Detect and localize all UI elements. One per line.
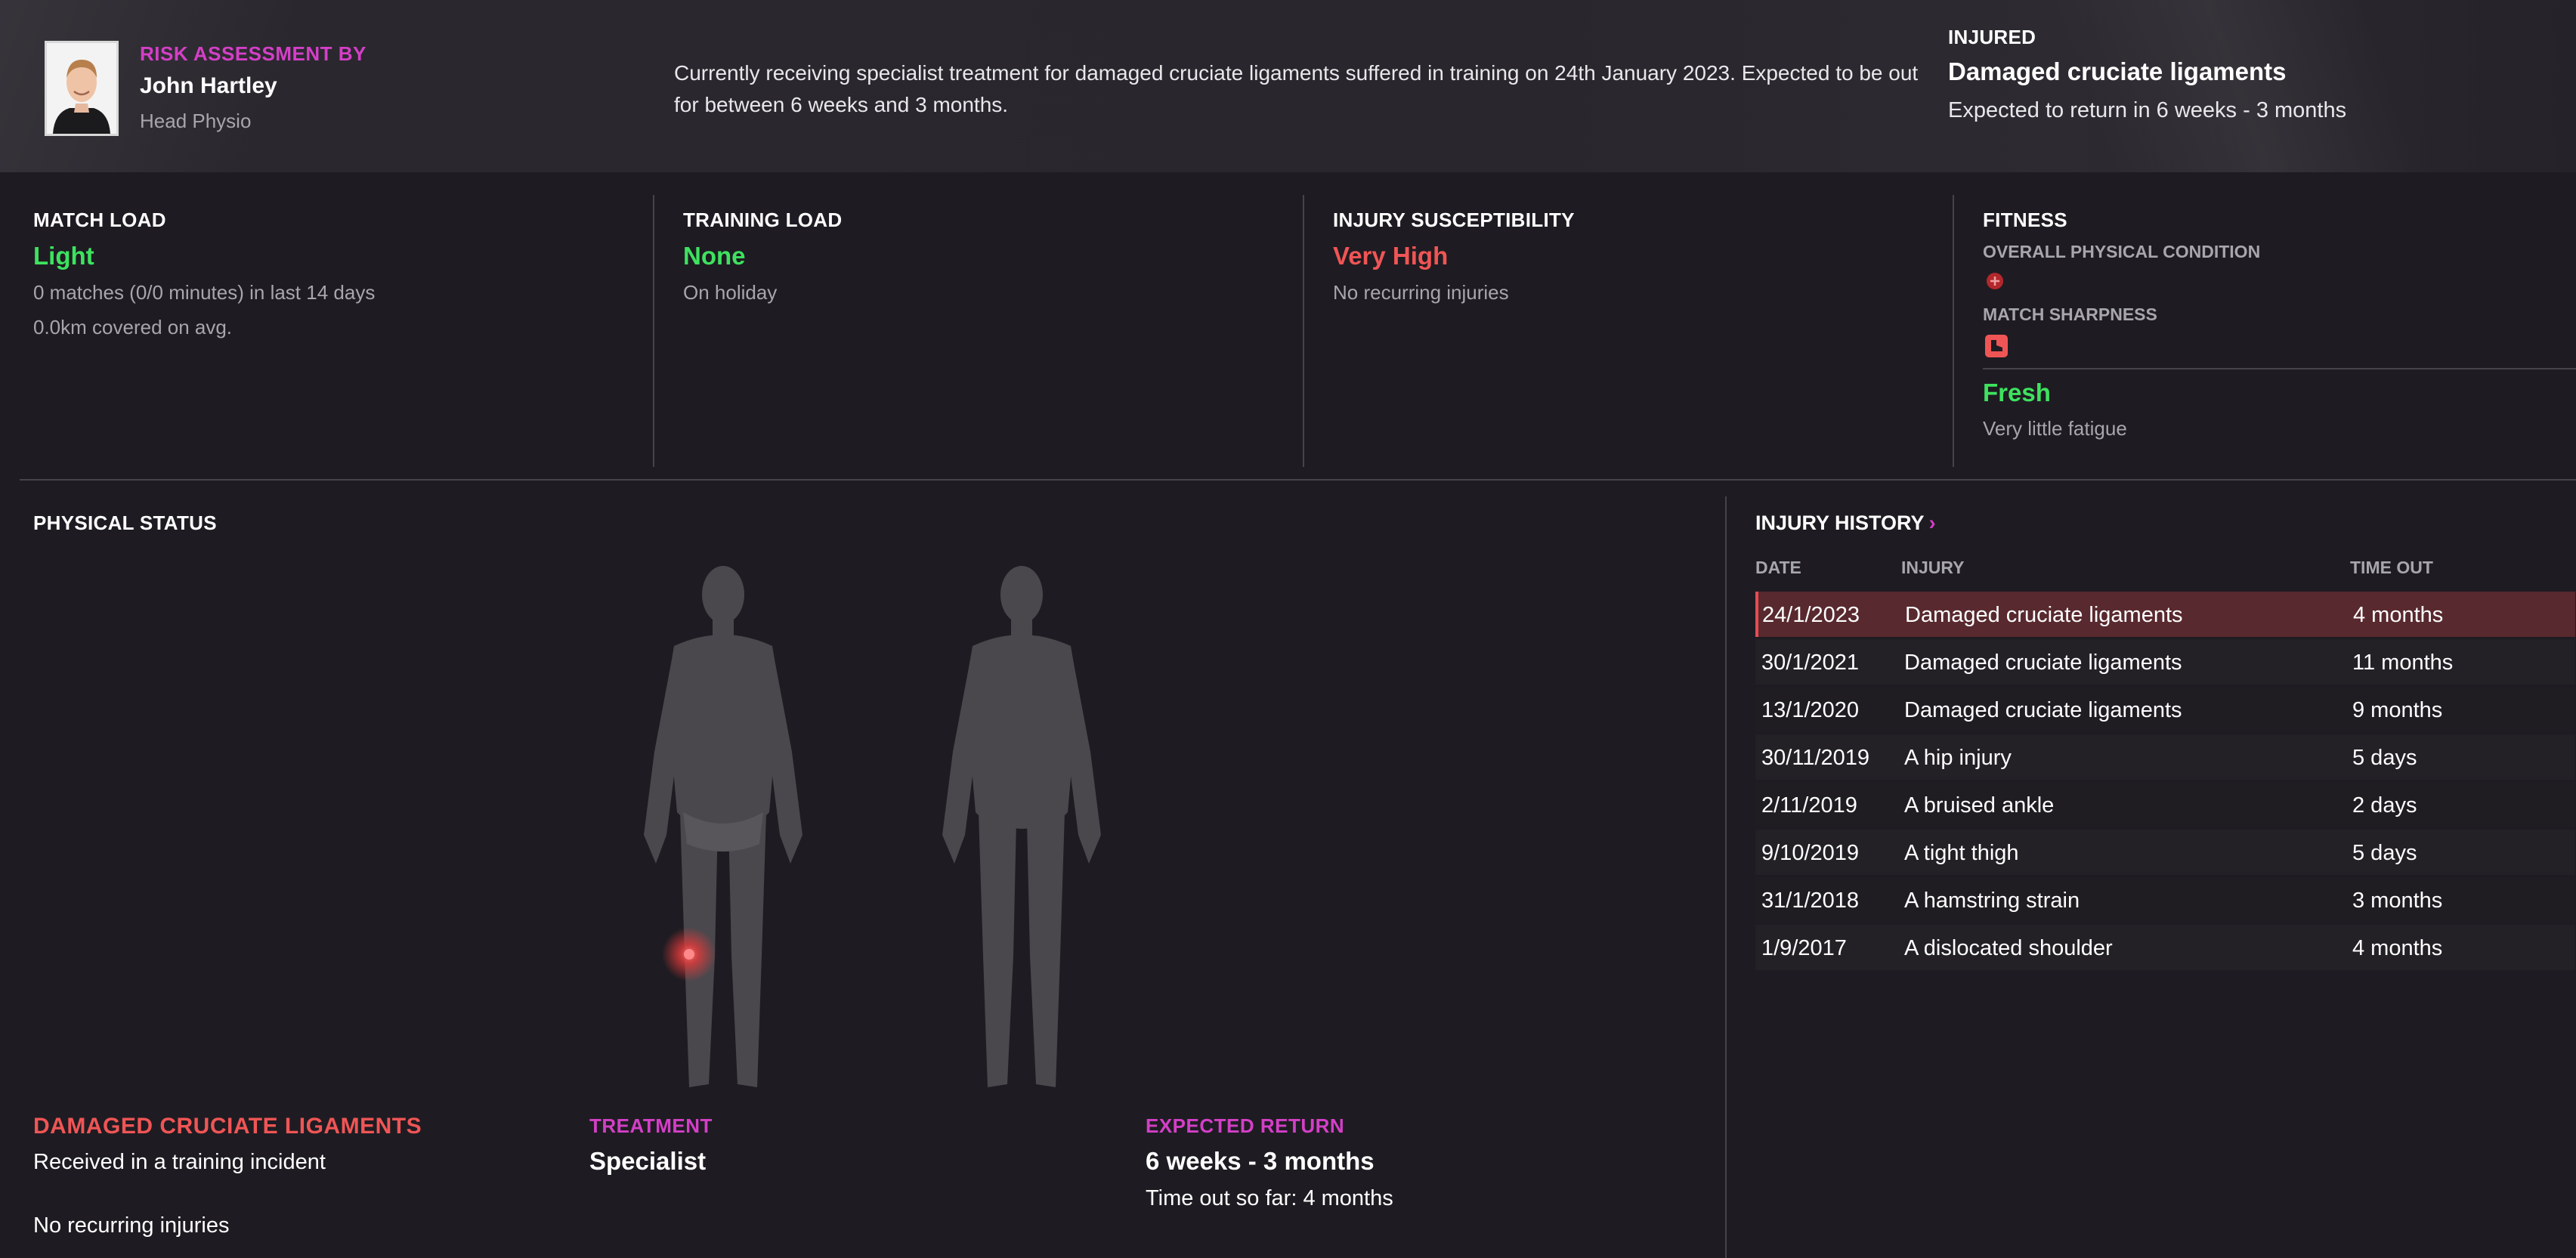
column-header-date[interactable]: DATE xyxy=(1755,558,1801,578)
row-time-out: 4 months xyxy=(2352,936,2443,960)
time-out-so-far: Time out so far: 4 months xyxy=(1146,1186,1393,1210)
injured-status-label: INJURED xyxy=(1948,26,2036,48)
row-time-out: 3 months xyxy=(2352,889,2443,913)
fitness-divider xyxy=(1983,368,2576,369)
staff-role: Head Physio xyxy=(140,110,252,132)
overall-condition-label: OVERALL PHYSICAL CONDITION xyxy=(1983,242,2261,261)
fatigue-value: Fresh xyxy=(1983,379,2051,406)
row-time-out: 9 months xyxy=(2352,698,2443,722)
expected-return-label: EXPECTED RETURN xyxy=(1146,1114,1345,1137)
training-load-desc: On holiday xyxy=(683,281,778,304)
row-injury: Damaged cruciate ligaments xyxy=(1904,698,2182,722)
injury-susceptibility-value: Very High xyxy=(1333,242,1449,270)
row-date: 13/1/2020 xyxy=(1761,698,1860,722)
row-time-out: 11 months xyxy=(2352,651,2454,675)
fatigue-desc: Very little fatigue xyxy=(1983,417,2127,440)
recurring-injuries-text: No recurring injuries xyxy=(33,1213,230,1238)
row-injury: Damaged cruciate ligaments xyxy=(1905,603,2183,627)
table-row[interactable]: 13/1/2020 Damaged cruciate ligaments 9 m… xyxy=(1755,687,2575,732)
row-date: 31/1/2018 xyxy=(1761,889,1860,913)
stats-divider-2 xyxy=(1303,195,1304,467)
row-date: 2/11/2019 xyxy=(1761,793,1857,818)
row-injury: A hamstring strain xyxy=(1904,889,2080,913)
training-load-value: None xyxy=(683,242,746,270)
injury-description: Currently receiving specialist treatment… xyxy=(674,61,1919,116)
treatment-label: TREATMENT xyxy=(589,1114,713,1137)
stats-divider-1 xyxy=(653,195,654,467)
body-back-figure xyxy=(942,566,1101,1087)
treatment-value: Specialist xyxy=(589,1147,707,1175)
match-sharpness-label: MATCH SHARPNESS xyxy=(1983,304,2157,324)
row-date: 30/1/2021 xyxy=(1761,651,1860,675)
expected-return-value: 6 weeks - 3 months xyxy=(1146,1147,1375,1175)
column-header-time-out[interactable]: TIME OUT xyxy=(2350,558,2433,578)
fitness-label: FITNESS xyxy=(1983,209,2067,231)
injury-history-title[interactable]: INJURY HISTORY xyxy=(1755,512,1925,534)
boot-icon[interactable] xyxy=(1985,335,2008,357)
row-time-out: 5 days xyxy=(2352,746,2417,770)
section-divider xyxy=(20,479,2576,481)
match-load-label: MATCH LOAD xyxy=(33,209,166,231)
injury-marker-dot xyxy=(684,949,694,960)
staff-photo-icon xyxy=(47,43,116,134)
injury-susceptibility-desc: No recurring injuries xyxy=(1333,281,1509,304)
table-row[interactable]: 2/11/2019 A bruised ankle 2 days xyxy=(1755,782,2575,827)
plus-circle-icon[interactable] xyxy=(1986,272,2004,290)
staff-name[interactable]: John Hartley xyxy=(140,73,277,99)
current-injury-name: Damaged cruciate ligaments xyxy=(1948,57,2287,85)
match-load-matches: 0 matches (0/0 minutes) in last 14 days xyxy=(33,281,376,304)
risk-assessment-label: RISK ASSESSMENT BY xyxy=(140,42,366,65)
chevron-right-icon[interactable]: › xyxy=(1929,512,1936,534)
physical-status-title: PHYSICAL STATUS xyxy=(33,512,217,534)
injury-susceptibility-label: INJURY SUSCEPTIBILITY xyxy=(1333,209,1575,231)
table-row-selected[interactable]: 24/1/2023 Damaged cruciate ligaments 4 m… xyxy=(1755,592,2575,637)
table-row[interactable]: 9/10/2019 A tight thigh 5 days xyxy=(1755,830,2575,875)
table-row[interactable]: 31/1/2018 A hamstring strain 3 months xyxy=(1755,877,2575,923)
row-date: 1/9/2017 xyxy=(1761,936,1847,960)
table-row[interactable]: 30/1/2021 Damaged cruciate ligaments 11 … xyxy=(1755,639,2575,685)
injury-cause: Received in a training incident xyxy=(33,1150,326,1174)
training-load-label: TRAINING LOAD xyxy=(683,209,843,231)
injury-history-link[interactable]: INJURY HISTORY › xyxy=(1755,512,1936,535)
row-injury: A tight thigh xyxy=(1904,841,2019,865)
body-diagram xyxy=(644,566,1101,1087)
row-time-out: 4 months xyxy=(2353,603,2444,627)
row-injury: A dislocated shoulder xyxy=(1904,936,2113,960)
expected-return-text: Expected to return in 6 weeks - 3 months xyxy=(1948,98,2347,122)
injury-title: DAMAGED CRUCIATE LIGAMENTS xyxy=(33,1114,422,1139)
column-header-injury[interactable]: INJURY xyxy=(1901,558,1965,578)
staff-avatar[interactable] xyxy=(45,41,119,136)
row-time-out: 5 days xyxy=(2352,841,2417,865)
history-divider xyxy=(1725,496,1727,1258)
row-injury: A bruised ankle xyxy=(1904,793,2055,818)
row-injury: A hip injury xyxy=(1904,746,2012,770)
row-injury: Damaged cruciate ligaments xyxy=(1904,651,2182,675)
table-row[interactable]: 1/9/2017 A dislocated shoulder 4 months xyxy=(1755,925,2575,970)
table-row[interactable]: 30/11/2019 A hip injury 5 days xyxy=(1755,734,2575,780)
match-load-value: Light xyxy=(33,242,94,270)
row-date: 9/10/2019 xyxy=(1761,841,1860,865)
row-time-out: 2 days xyxy=(2352,793,2417,818)
row-date: 24/1/2023 xyxy=(1762,603,1860,627)
row-date: 30/11/2019 xyxy=(1761,746,1869,770)
match-load-distance: 0.0km covered on avg. xyxy=(33,316,233,338)
stats-divider-3 xyxy=(1953,195,1954,467)
